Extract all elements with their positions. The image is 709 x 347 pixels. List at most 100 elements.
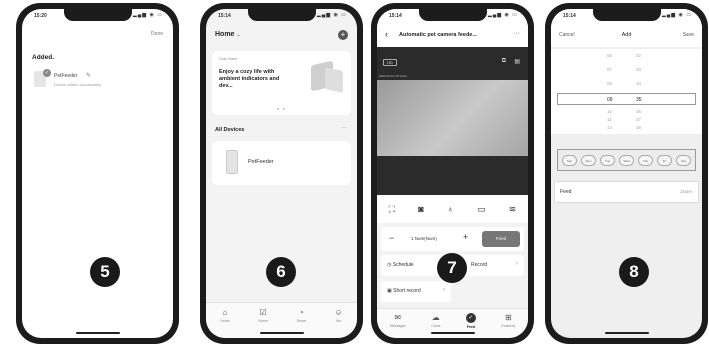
back-icon[interactable]: ‹ xyxy=(385,29,388,39)
screen: 15:20 ▂▄▆ ◉ ▭ Done Added. ✓ PetFeeder ✎ … xyxy=(22,9,173,338)
screen: 15:14 ▂▄▆ ◉ ▭ Home ⌄ + Cozy Home Enjoy a… xyxy=(206,9,357,338)
tab-label: Scene xyxy=(258,319,269,323)
more-icon[interactable]: ··· xyxy=(341,125,347,131)
feed-button[interactable]: Feed xyxy=(482,231,520,247)
feed-label: Feed xyxy=(560,189,572,195)
tab-label: Features xyxy=(501,324,516,328)
short-record-button[interactable]: ▣ Short record › xyxy=(381,281,451,302)
plus-button[interactable]: + xyxy=(463,232,468,242)
add-icon[interactable]: + xyxy=(338,30,348,40)
day-wed[interactable]: Wed xyxy=(619,154,634,166)
tab-features[interactable]: ⊞ Features xyxy=(501,313,515,338)
scene-icon: ☑ xyxy=(259,308,267,317)
chevron-right-icon: › xyxy=(516,261,518,267)
more-icon[interactable]: ··· xyxy=(513,30,520,37)
notch xyxy=(418,9,487,21)
step-badge: 8 xyxy=(619,257,649,287)
tab-cloud[interactable]: ☁ Cloud xyxy=(431,313,440,338)
banner-card[interactable]: Cozy Home Enjoy a cozy life with ambient… xyxy=(212,51,351,115)
picker-row: 12 38 xyxy=(551,125,702,134)
day-mon[interactable]: Mon xyxy=(581,154,596,166)
tab-label: Cloud xyxy=(431,324,441,328)
camera-icon[interactable]: ◙ xyxy=(418,204,423,214)
device-name: PetFeeder xyxy=(248,159,274,165)
smart-icon: ◔ xyxy=(298,308,304,317)
cloud-icon: ☁ xyxy=(431,313,440,322)
day-fri[interactable]: Fri xyxy=(657,154,672,166)
status-time: 15:14 xyxy=(218,13,231,19)
signal-icon: ▂▄▆ ◉ ▭ xyxy=(316,12,347,18)
portion-row: − 1 Num(Num) + Feed xyxy=(381,227,524,251)
device-card[interactable]: PetFeeder xyxy=(212,141,351,185)
video-timestamp: 2022-02-10 15:14:22 xyxy=(379,74,407,78)
device-name: PetFeeder xyxy=(54,73,78,79)
record-label: Record xyxy=(471,262,488,268)
step-badge: 5 xyxy=(90,257,120,287)
picker-hour: 11 xyxy=(607,117,612,122)
home-indicator xyxy=(259,332,304,334)
hd-toggle[interactable]: HD xyxy=(383,59,397,66)
device-added-text: Device added successfully xyxy=(54,82,102,87)
expand-icon[interactable]: ≋ xyxy=(509,204,517,214)
time-picker[interactable]: 06 32 07 33 08 34 09 35 10 36 11 37 12 38 xyxy=(551,49,702,134)
picker-row: 08 34 xyxy=(551,81,702,90)
minus-button[interactable]: − xyxy=(389,233,394,243)
chevron-right-icon: › xyxy=(443,287,445,293)
status-time: 15:14 xyxy=(389,13,402,19)
selected-hour: 09 xyxy=(607,97,613,103)
portion-value: 1 Num(Num) xyxy=(411,236,437,241)
done-button[interactable]: Done xyxy=(151,31,163,37)
tab-home[interactable]: ⌂ Home xyxy=(220,308,229,338)
camera-feed-image xyxy=(377,80,528,156)
scan-icon[interactable]: ⛶ xyxy=(389,204,395,214)
picker-hour: 07 xyxy=(607,67,613,72)
mail-icon: ✉ xyxy=(394,313,402,322)
feed-icon: ✓ xyxy=(465,313,476,323)
picker-minute: 34 xyxy=(636,81,642,86)
carousel-dots: ● ● xyxy=(277,106,286,111)
picker-hour: 06 xyxy=(607,53,613,58)
all-devices-heading: All Devices xyxy=(215,127,245,133)
picker-minute: 37 xyxy=(636,117,642,122)
cancel-button[interactable]: Cancel xyxy=(559,32,575,38)
check-icon: ✓ xyxy=(43,69,51,77)
camera-view[interactable]: HD ⧉ ▤ 2022-02-10 15:14:22 xyxy=(377,47,528,195)
home-indicator xyxy=(430,332,475,334)
feed-amount-row[interactable]: Feed 1Num xyxy=(554,181,699,203)
tab-label: Home xyxy=(220,319,230,323)
house-icon xyxy=(325,67,343,93)
picker-minute: 32 xyxy=(636,53,642,58)
screen-icon[interactable]: ⧉ xyxy=(502,58,506,65)
schedule-label: Schedule xyxy=(392,262,414,268)
status-time: 15:14 xyxy=(563,13,576,19)
phone-step-8: 15:14 ▂▄▆ ◉ ▭ Cancel Add Save 06 32 07 33 … xyxy=(545,3,708,344)
selected-minute: 35 xyxy=(636,97,642,103)
feed-value: 1Num xyxy=(679,189,692,194)
phone-step-6: 15:14 ▂▄▆ ◉ ▭ Home ⌄ + Cozy Home Enjoy a… xyxy=(200,3,363,344)
pencil-icon[interactable]: ✎ xyxy=(86,72,91,79)
film-icon: ▣ xyxy=(387,288,392,294)
day-tue[interactable]: Tue xyxy=(600,154,615,166)
home-selector[interactable]: Home ⌄ xyxy=(215,31,241,38)
picker-hour: 10 xyxy=(607,109,613,114)
video-record-icon[interactable]: ▭ xyxy=(477,204,486,214)
home-indicator xyxy=(75,332,120,334)
phone-step-5: 15:20 ▂▄▆ ◉ ▭ Done Added. ✓ PetFeeder ✎ … xyxy=(16,3,179,344)
banner-tag: Cozy Home xyxy=(219,57,238,61)
day-sat[interactable]: Sat xyxy=(676,154,691,166)
fullscreen-icon[interactable]: ▤ xyxy=(514,58,520,65)
tab-me[interactable]: ☺ Me xyxy=(335,308,343,338)
tab-feed[interactable]: ✓ Feed xyxy=(465,313,476,338)
picker-selected[interactable]: 09 35 xyxy=(557,93,696,105)
phone-step-7: 15:14 ▂▄▆ ◉ ▭ ‹ Automatic pet camera fee… xyxy=(371,3,534,344)
weekday-selector: Sun Mon Tue Wed Thu Fri Sat xyxy=(557,149,696,171)
tab-messages[interactable]: ✉ Messages xyxy=(390,313,406,338)
picker-row: 06 32 xyxy=(551,53,702,62)
day-sun[interactable]: Sun xyxy=(562,154,577,166)
tab-label: Feed xyxy=(466,325,475,329)
save-button[interactable]: Save xyxy=(683,32,694,38)
screen: 15:14 ▂▄▆ ◉ ▭ ‹ Automatic pet camera fee… xyxy=(377,9,528,338)
picker-hour: 12 xyxy=(607,125,613,130)
day-thu[interactable]: Thu xyxy=(638,154,653,166)
microphone-icon[interactable]: ♁ xyxy=(447,204,454,214)
